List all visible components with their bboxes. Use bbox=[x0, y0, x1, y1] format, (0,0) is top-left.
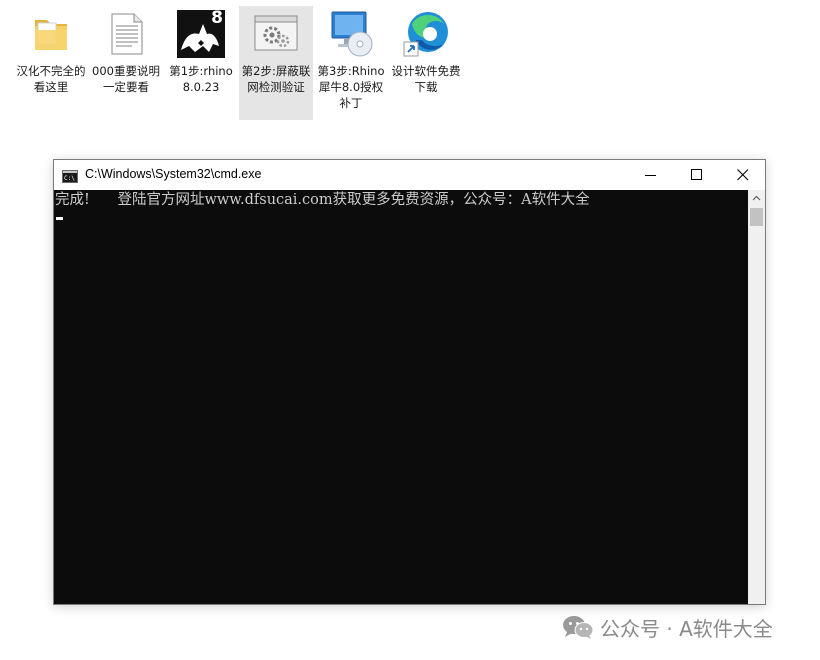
minimize-icon bbox=[645, 175, 656, 176]
cmd-icon: C:\ bbox=[62, 168, 78, 183]
minimize-button[interactable] bbox=[628, 160, 674, 190]
desktop-icon-label: 000重要说明 一定要看 bbox=[92, 64, 160, 94]
desktop-icon-rhino-installer[interactable]: 8 第1步:rhino 8.0.23 bbox=[164, 6, 238, 120]
scroll-thumb[interactable] bbox=[750, 208, 763, 226]
window-title: C:\Windows\System32\cmd.exe bbox=[85, 167, 262, 181]
desktop-icon-block-network-check[interactable]: 第2步:屏蔽联网检测验证 bbox=[239, 6, 313, 120]
desktop-icon-label: 第1步:rhino 8.0.23 bbox=[169, 64, 233, 94]
svg-text:C:\: C:\ bbox=[64, 175, 75, 182]
application-window-icon bbox=[252, 10, 300, 58]
version-badge: 8 bbox=[211, 8, 223, 28]
chevron-up-icon bbox=[752, 195, 761, 201]
text-document-icon bbox=[102, 10, 150, 58]
wechat-icon bbox=[563, 616, 594, 639]
desktop-icon-chinese-guide-folder[interactable]: 汉化不完全的看这里 bbox=[14, 6, 88, 120]
text-cursor bbox=[56, 217, 63, 220]
scroll-up-button[interactable] bbox=[748, 190, 765, 207]
close-icon bbox=[737, 169, 749, 181]
vertical-scrollbar[interactable] bbox=[748, 190, 765, 604]
desktop-icon-label: 第3步:Rhino犀牛8.0授权补丁 bbox=[317, 64, 385, 110]
desktop-icon-label: 汉化不完全的看这里 bbox=[16, 64, 86, 94]
desktop-icon-label: 设计软件免费下载 bbox=[391, 64, 461, 94]
desktop-icon-free-software-link[interactable]: 设计软件免费下载 bbox=[389, 6, 463, 120]
console-output-area[interactable]: 完成! 登陆官方网址www.dfsucai.com获取更多免费资源，公众号：A软… bbox=[54, 190, 748, 604]
desktop-icon-rhino-patch[interactable]: 第3步:Rhino犀牛8.0授权补丁 bbox=[314, 6, 388, 120]
rhino-8-icon: 8 bbox=[177, 8, 225, 58]
close-button[interactable] bbox=[720, 160, 766, 190]
console-output-line: 完成! 登陆官方网址www.dfsucai.com获取更多免费资源，公众号：A软… bbox=[55, 192, 590, 208]
maximize-button[interactable] bbox=[674, 160, 720, 190]
watermark-text: 公众号 · A软件大全 bbox=[600, 616, 773, 641]
maximize-icon bbox=[691, 169, 702, 180]
desktop-icon-important-notes[interactable]: 000重要说明 一定要看 bbox=[89, 6, 163, 120]
edge-shortcut-icon bbox=[402, 10, 450, 58]
desktop-icon-label: 第2步:屏蔽联网检测验证 bbox=[241, 64, 311, 94]
watermark: 公众号 · A软件大全 bbox=[562, 612, 773, 642]
title-bar[interactable]: C:\ C:\Windows\System32\cmd.exe bbox=[54, 160, 765, 190]
cmd-window[interactable]: C:\ C:\Windows\System32\cmd.exe 完成! 登陆官方… bbox=[53, 159, 766, 605]
installer-disc-icon bbox=[327, 10, 375, 58]
folder-icon bbox=[27, 10, 75, 58]
